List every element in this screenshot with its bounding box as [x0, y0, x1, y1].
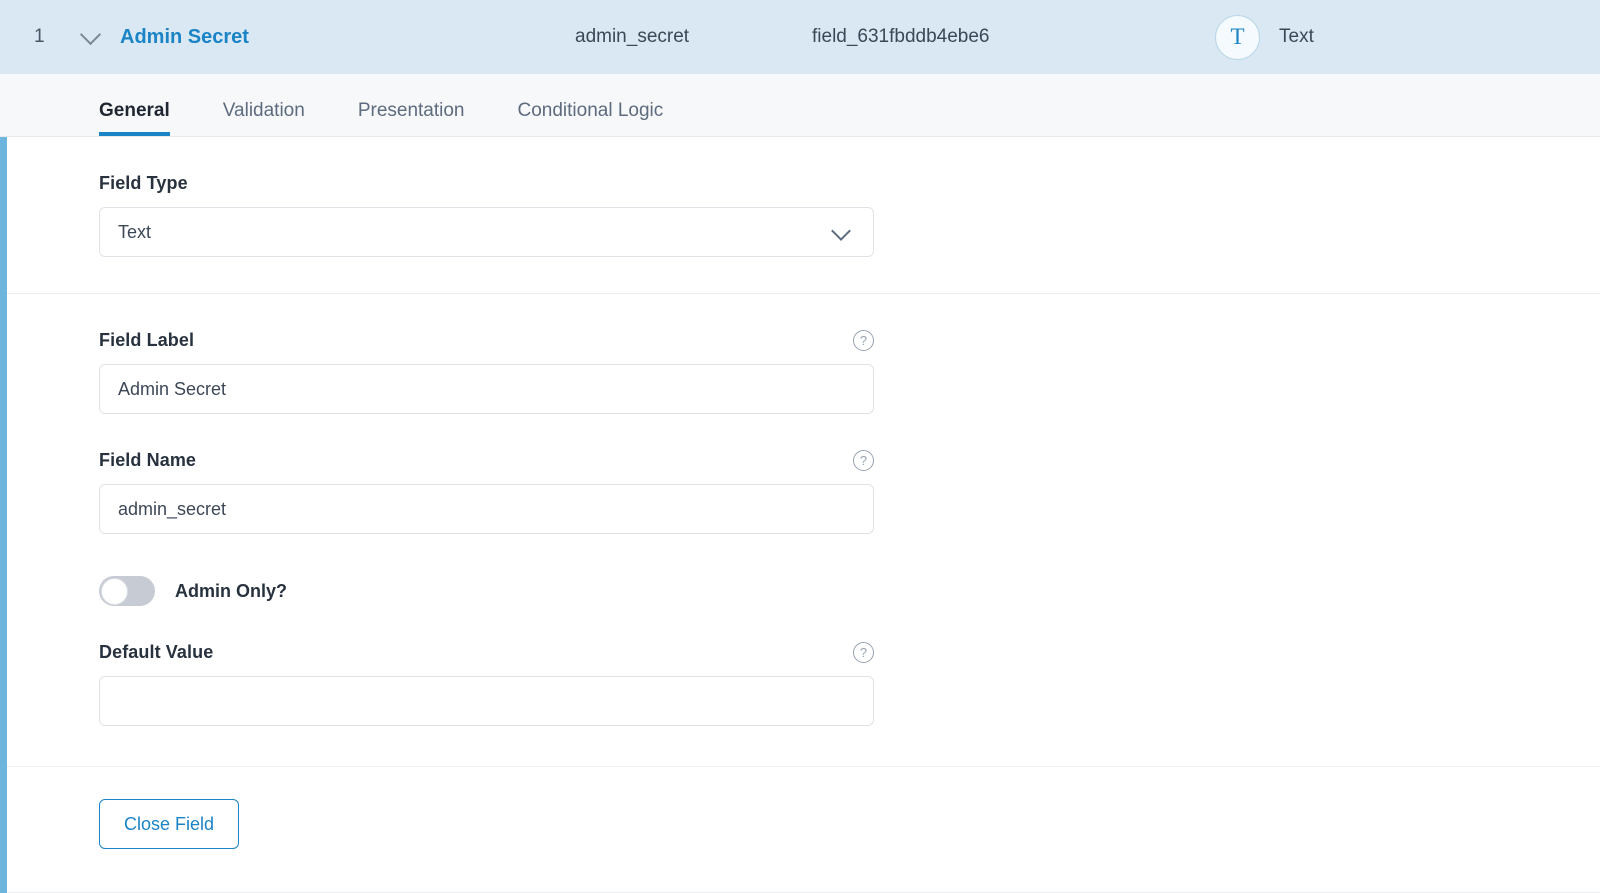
field-key-summary: field_631fbddb4ebe6 [812, 26, 990, 47]
tab-validation[interactable]: Validation [223, 100, 305, 136]
help-circle-icon[interactable]: ? [853, 330, 874, 351]
default-value-label: Default Value [99, 642, 214, 662]
field-type-label: Field Type [99, 173, 188, 193]
field-editor-footer: Close Field [0, 767, 1600, 849]
admin-only-toggle[interactable] [99, 576, 155, 606]
field-type-select-wrap: Text [99, 207, 874, 257]
default-value-block: Default Value ? [99, 606, 1600, 726]
active-field-accent-bar [0, 74, 7, 893]
field-editor-panel: 1 Admin Secret admin_secret field_631fbd… [0, 0, 1600, 893]
field-name-block: Field Name ? [99, 414, 1600, 534]
field-type-block: Field Type Text [99, 137, 1600, 257]
admin-only-label: Admin Only? [175, 580, 287, 601]
chevron-down-icon [79, 23, 101, 46]
default-value-input[interactable] [99, 676, 874, 726]
field-label-label: Field Label [99, 330, 195, 350]
field-label-block: Field Label ? [99, 294, 1600, 414]
tab-conditional-logic[interactable]: Conditional Logic [518, 100, 664, 136]
field-type-label-row: Field Type [99, 173, 874, 194]
close-field-button[interactable]: Close Field [99, 799, 240, 849]
help-circle-icon[interactable]: ? [853, 642, 874, 663]
field-type-name: Text [1279, 26, 1314, 47]
toggle-knob [100, 577, 128, 605]
general-settings-section: Field Label ? Field Name ? Admin Only? D… [0, 294, 1600, 726]
default-value-label-row: Default Value ? [99, 642, 874, 663]
field-type-select[interactable]: Text [99, 207, 874, 257]
admin-only-row: Admin Only? [99, 534, 1600, 606]
field-type-summary: T Text [1215, 14, 1314, 60]
collapse-toggle-button[interactable] [64, 23, 116, 46]
field-type-section: Field Type Text [0, 137, 1600, 257]
field-label-label-row: Field Label ? [99, 330, 874, 351]
field-name-input[interactable] [99, 484, 874, 534]
tab-general[interactable]: General [99, 100, 170, 136]
text-type-icon: T [1215, 14, 1260, 60]
field-settings-tabs: General Validation Presentation Conditio… [0, 74, 1600, 137]
field-name-label: Field Name [99, 450, 197, 470]
field-name-summary: admin_secret [575, 26, 690, 47]
help-circle-icon[interactable]: ? [853, 450, 874, 471]
field-summary-header[interactable]: 1 Admin Secret admin_secret field_631fbd… [0, 0, 1600, 74]
field-order-number: 1 [34, 26, 45, 47]
tab-presentation[interactable]: Presentation [358, 100, 465, 136]
field-label-link[interactable]: Admin Secret [120, 26, 249, 49]
field-label-input[interactable] [99, 364, 874, 414]
field-name-label-row: Field Name ? [99, 450, 874, 471]
